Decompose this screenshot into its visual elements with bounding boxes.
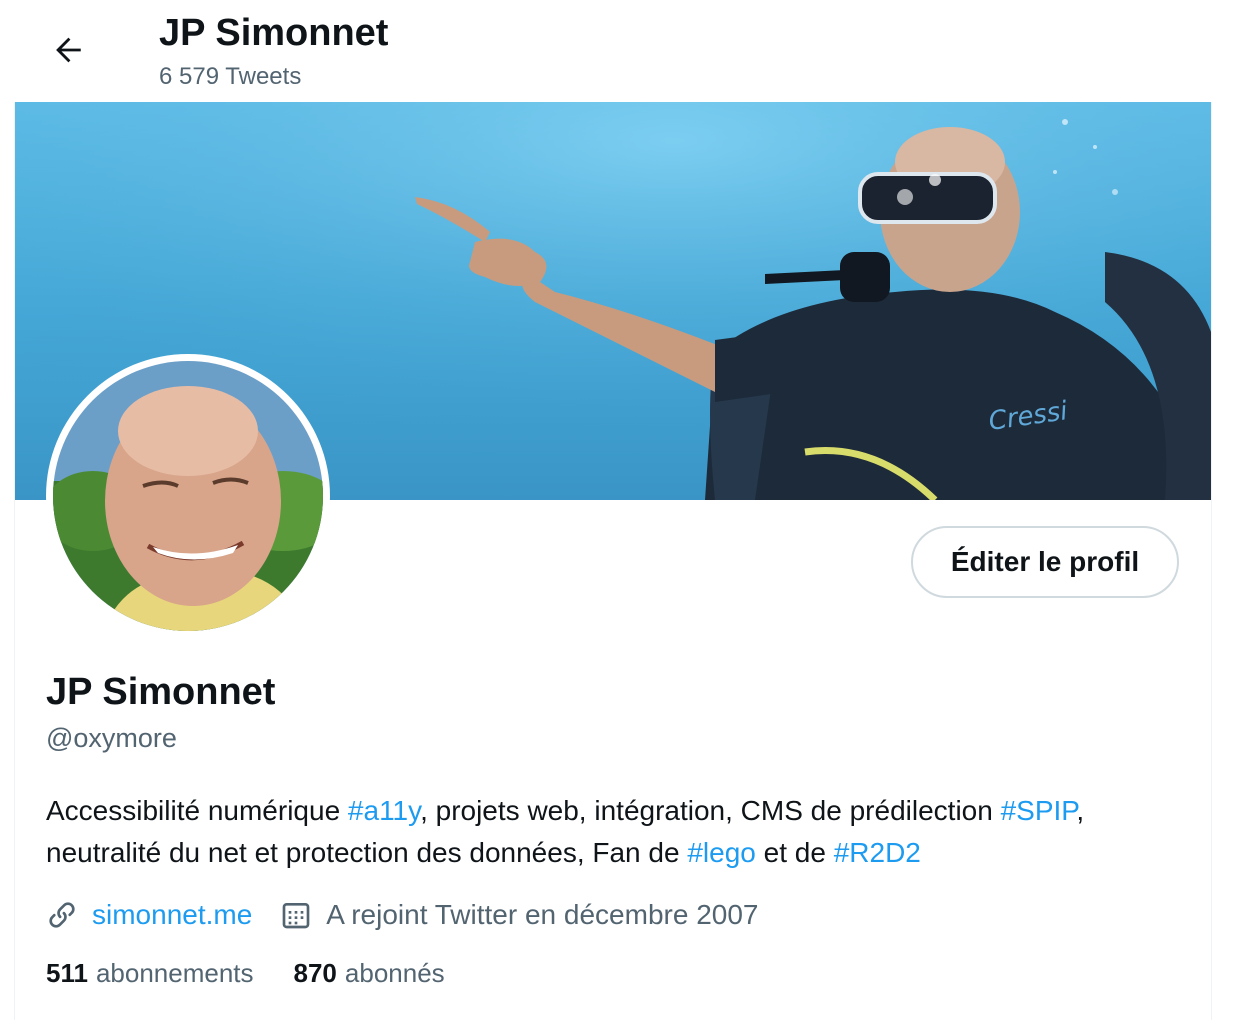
profile-bio: Accessibilité numérique #a11y, projets w… — [46, 790, 1196, 874]
joined-date: A rejoint Twitter en décembre 2007 — [326, 899, 759, 930]
bio-text: neutralité du net et protection des donn… — [46, 837, 688, 868]
website-link[interactable]: simonnet.me — [92, 899, 252, 931]
avatar[interactable] — [46, 354, 330, 638]
calendar-icon — [280, 899, 312, 931]
followers-link[interactable]: 870 abonnés — [294, 958, 445, 989]
avatar-photo — [53, 361, 323, 631]
top-bar: JP Simonnet 6 579 Tweets — [0, 0, 1238, 102]
following-label: abonnements — [95, 958, 254, 988]
arrow-left-icon — [56, 37, 81, 63]
bio-text: , — [1076, 795, 1085, 826]
edit-profile-button[interactable]: Éditer le profil — [911, 526, 1179, 598]
profile-meta: simonnet.me A rejoint Twitter en décembr… — [46, 893, 758, 937]
bio-text: et de — [755, 837, 834, 868]
bio-text: Accessibilité numérique — [46, 795, 348, 826]
hashtag-link[interactable]: #R2D2 — [834, 837, 921, 868]
tweet-count: 6 579 Tweets — [159, 63, 302, 90]
followers-label: abonnés — [344, 958, 445, 988]
following-count: 511 — [46, 958, 88, 988]
profile-handle: @oxymore — [46, 723, 177, 753]
profile-stats: 511 abonnements 870 abonnés — [46, 958, 485, 989]
hashtag-link[interactable]: #SPIP — [1001, 795, 1077, 826]
hashtag-link[interactable]: #lego — [687, 837, 756, 868]
hashtag-link[interactable]: #a11y — [348, 795, 420, 826]
bio-text: , projets web, intégration, CMS de prédi… — [420, 795, 1001, 826]
header-title: JP Simonnet — [159, 12, 389, 54]
followers-count: 870 — [293, 958, 337, 988]
profile-name: JP Simonnet — [46, 671, 276, 713]
back-button[interactable] — [36, 18, 100, 82]
following-link[interactable]: 511 abonnements — [46, 958, 254, 989]
link-icon — [46, 899, 78, 931]
